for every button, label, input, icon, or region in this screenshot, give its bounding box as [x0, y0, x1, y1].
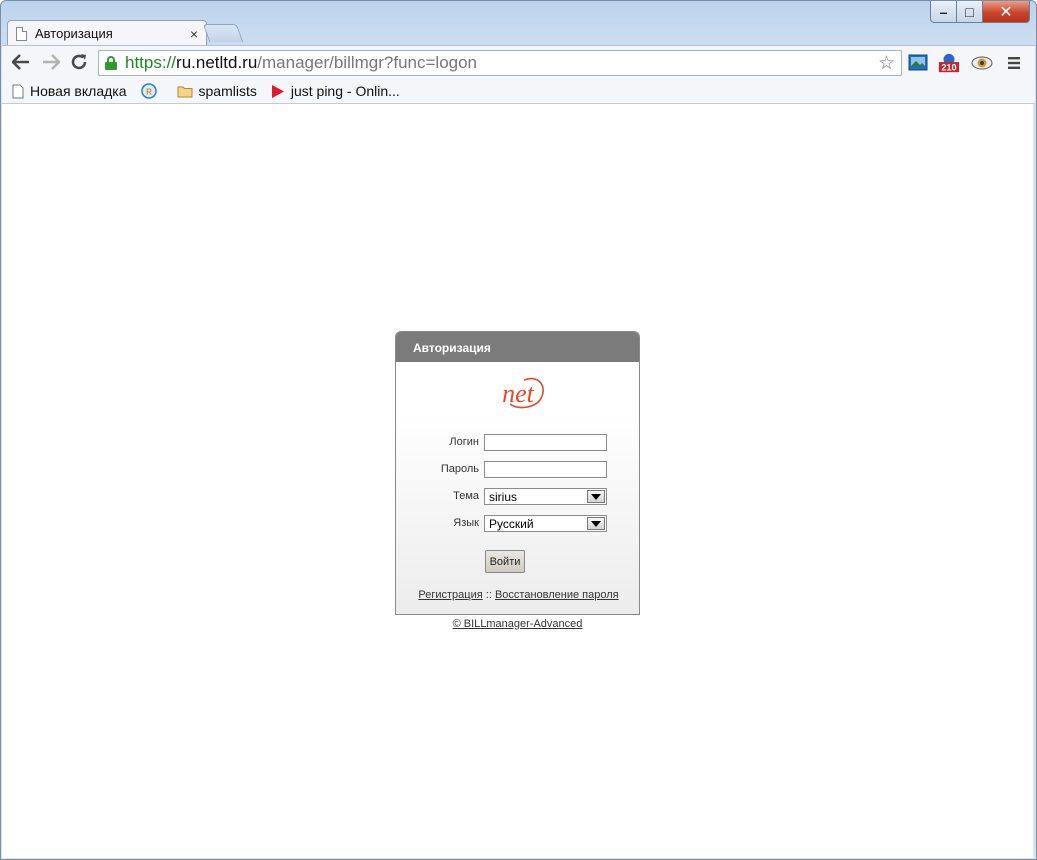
url-path: /manager/billmgr?func=logon — [257, 53, 478, 72]
counter-extension-icon[interactable]: 210 — [938, 52, 960, 74]
url-host: ru.netltd.ru — [176, 53, 258, 72]
page-content: Авторизация net Логин Пароль Тема sirius — [2, 104, 1033, 858]
forward-arrow-icon — [43, 54, 60, 70]
counter-badge: 210 — [941, 62, 956, 72]
close-window-button[interactable]: ✕ — [983, 1, 1030, 23]
copyright-link[interactable]: © BILLmanager-Advanced — [453, 618, 583, 630]
page-icon — [12, 84, 24, 99]
address-bar[interactable]: https:// ru.netltd.ru /manager/billmgr?f… — [98, 50, 902, 76]
restore-password-link[interactable]: Восстановление пароля — [495, 589, 619, 601]
theme-row: Тема sirius — [396, 488, 639, 506]
bookmark-label: spamlists — [198, 83, 257, 99]
theme-label: Тема — [453, 490, 479, 502]
theme-select[interactable]: sirius — [484, 488, 607, 505]
password-row: Пароль — [396, 461, 639, 479]
language-row: Язык Русский — [396, 515, 639, 533]
net-logo: net — [502, 377, 544, 409]
bookmark-new-tab[interactable]: Новая вкладка — [12, 83, 127, 99]
language-label: Язык — [453, 517, 479, 529]
svg-text:R: R — [146, 88, 152, 97]
page-icon — [16, 26, 27, 41]
chevron-down-icon[interactable] — [587, 517, 605, 530]
bookmark-just-ping[interactable]: just ping - Onlin... — [271, 83, 400, 99]
red-play-icon — [271, 84, 285, 99]
link-separator: :: — [485, 589, 492, 601]
tab-title: Авторизация — [35, 26, 113, 41]
lock-icon — [105, 56, 117, 70]
ru-globe-icon: R — [140, 83, 157, 99]
picture-extension-icon[interactable] — [907, 52, 929, 74]
back-arrow-icon — [12, 54, 29, 70]
copyright: © BILLmanager-Advanced — [395, 618, 640, 630]
tab-close-icon[interactable]: × — [190, 26, 198, 42]
browser-window: – □ ✕ Авторизация × https:// ru.netltd.r… — [0, 0, 1037, 860]
theme-value: sirius — [489, 489, 518, 504]
maximize-button[interactable]: □ — [957, 1, 983, 23]
reload-icon — [71, 54, 87, 70]
language-select[interactable]: Русский — [484, 515, 607, 532]
folder-icon — [177, 85, 193, 98]
password-label: Пароль — [440, 463, 479, 475]
auth-panel: Авторизация net Логин Пароль Тема sirius — [395, 331, 640, 615]
password-input[interactable] — [484, 461, 607, 478]
login-label: Логин — [449, 436, 479, 448]
login-input[interactable] — [484, 434, 607, 451]
bookmark-spamlists[interactable]: spamlists — [177, 83, 257, 99]
login-button[interactable]: Войти — [485, 550, 525, 573]
url-scheme: https:// — [125, 53, 177, 72]
chevron-down-icon[interactable] — [587, 490, 605, 503]
back-button[interactable] — [10, 51, 32, 73]
logo-text: net — [502, 379, 535, 408]
browser-toolbar: https:// ru.netltd.ru /manager/billmgr?f… — [2, 45, 1035, 79]
eye-extension-icon[interactable] — [971, 52, 993, 74]
forward-button[interactable] — [40, 51, 62, 73]
login-row: Логин — [396, 434, 639, 452]
window-controls: – □ ✕ — [930, 1, 1030, 23]
auth-links: Регистрация :: Восстановление пароля — [396, 589, 639, 601]
title-bar: – □ ✕ Авторизация × — [1, 1, 1036, 46]
bookmark-label: just ping - Onlin... — [290, 83, 400, 99]
reload-button[interactable] — [68, 51, 90, 73]
auth-title: Авторизация — [396, 332, 639, 362]
language-value: Русский — [489, 516, 534, 531]
bookmark-ru[interactable]: R — [140, 83, 163, 99]
browser-tab[interactable]: Авторизация × — [7, 20, 207, 46]
bookmarks-bar: Новая вкладка R spamlists just ping - On… — [2, 79, 1035, 104]
register-link[interactable]: Регистрация — [418, 589, 482, 601]
bookmark-star-icon[interactable]: ☆ — [878, 52, 895, 75]
bookmark-label: Новая вкладка — [30, 83, 127, 99]
menu-icon[interactable] — [1003, 52, 1025, 74]
minimize-button[interactable]: – — [930, 1, 957, 23]
new-tab-button[interactable] — [202, 24, 244, 42]
